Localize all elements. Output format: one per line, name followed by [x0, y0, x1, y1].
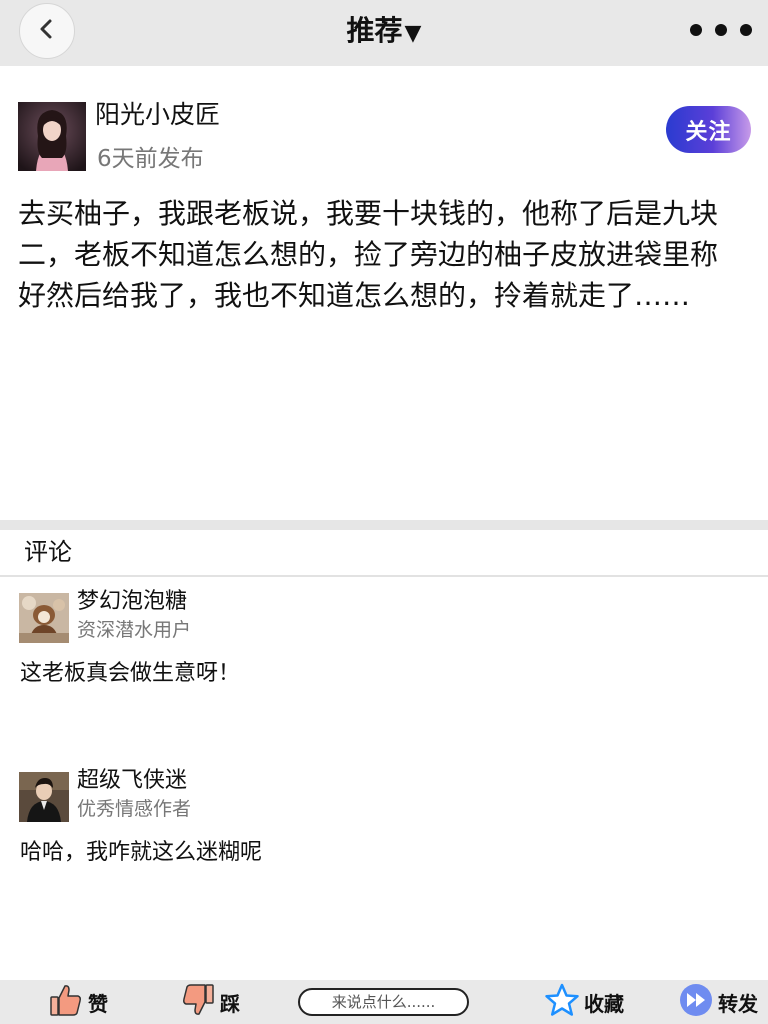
comments-divider [0, 575, 768, 577]
bottom-action-bar: 赞 踩 收藏 转发 [0, 980, 768, 1024]
nav-title[interactable]: 推荐▼ [0, 12, 768, 53]
more-dots-icon [740, 24, 752, 36]
dropdown-caret-icon: ▼ [404, 21, 422, 46]
commenter-avatar[interactable] [19, 593, 69, 643]
author-avatar[interactable] [18, 102, 86, 171]
favorite-label: 收藏 [584, 991, 624, 1016]
dislike-label: 踩 [220, 991, 240, 1016]
commenter-title: 优秀情感作者 [77, 798, 192, 820]
nav-title-text: 推荐 [346, 14, 403, 47]
comments-heading: 评论 [24, 538, 72, 566]
commenter-name[interactable]: 超级飞侠迷 [77, 766, 187, 796]
post-time: 6天前发布 [97, 146, 204, 172]
star-icon [544, 982, 580, 1022]
more-dots-icon [690, 24, 702, 36]
thumbs-up-icon [48, 982, 84, 1022]
commenter-title: 资深潜水用户 [77, 619, 192, 641]
favorite-button[interactable]: 收藏 [544, 980, 624, 1024]
like-button[interactable]: 赞 [48, 980, 108, 1024]
author-name[interactable]: 阳光小皮匠 [95, 98, 220, 132]
follow-button[interactable]: 关注 [666, 106, 751, 153]
like-label: 赞 [88, 991, 108, 1016]
dislike-button[interactable]: 踩 [180, 980, 240, 1024]
comment-text: 这老板真会做生意呀！ [20, 661, 241, 686]
commenter-name[interactable]: 梦幻泡泡糖 [77, 587, 187, 617]
forward-icon [678, 982, 714, 1022]
post-content: 去买柚子，我跟老板说，我要十块钱的，他称了后是九块二，老板不知道怎么想的，捡了旁… [18, 197, 719, 312]
more-dots-icon [715, 24, 727, 36]
comment-input[interactable] [298, 988, 469, 1016]
more-button[interactable] [690, 22, 752, 38]
share-button[interactable]: 转发 [678, 980, 758, 1024]
share-label: 转发 [718, 991, 758, 1016]
comment-text: 哈哈，我咋就这么迷糊呢 [20, 840, 263, 865]
top-nav-bar: 推荐▼ [0, 0, 768, 66]
section-divider [0, 520, 768, 530]
commenter-avatar[interactable] [19, 772, 69, 822]
thumbs-down-icon [180, 982, 216, 1022]
